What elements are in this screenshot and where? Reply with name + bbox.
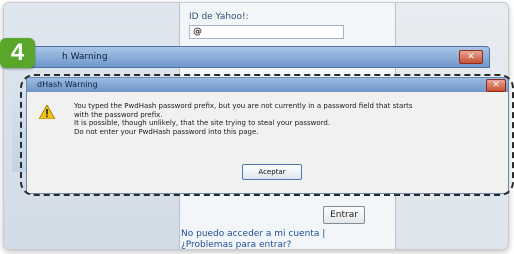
entrar-button[interactable]: Entrar — [323, 206, 365, 224]
window-edge — [12, 92, 27, 172]
yahoo-id-label: ID de Yahoo!: — [189, 12, 249, 22]
step-number-badge: 4 — [0, 38, 35, 68]
warning-icon — [39, 105, 55, 119]
message-line-2: with the password prefix. — [74, 110, 163, 119]
message-line-3: It is possible, though unlikely, that th… — [74, 119, 331, 127]
message-line-1: You typed the PwdHash password prefix, b… — [74, 102, 413, 110]
outer-warning-window-titlebar: h Warning ✕ — [16, 46, 490, 68]
help-link[interactable]: No puedo acceder a mi cuenta | ¿Problema… — [181, 229, 325, 249]
help-link-line-1[interactable]: No puedo acceder a mi cuenta | — [181, 229, 325, 240]
help-link-line-2[interactable]: ¿Problemas para entrar? — [181, 240, 325, 249]
outer-close-button[interactable]: ✕ — [459, 50, 483, 64]
dialog-close-button[interactable]: ✕ — [486, 79, 506, 92]
dialog-message: You typed the PwdHash password prefix, b… — [74, 102, 494, 136]
pwdhash-warning-dialog: dHash Warning ✕ You typed the PwdHash pa… — [26, 77, 509, 194]
dialog-titlebar: dHash Warning ✕ — [27, 78, 508, 92]
yahoo-id-input[interactable]: @ — [189, 25, 344, 39]
message-line-4: Do not enter your PwdHash password into … — [74, 127, 259, 136]
outer-window-title: h Warning — [62, 52, 108, 62]
accept-button[interactable]: Aceptar — [242, 164, 302, 180]
dialog-title: dHash Warning — [37, 80, 98, 89]
